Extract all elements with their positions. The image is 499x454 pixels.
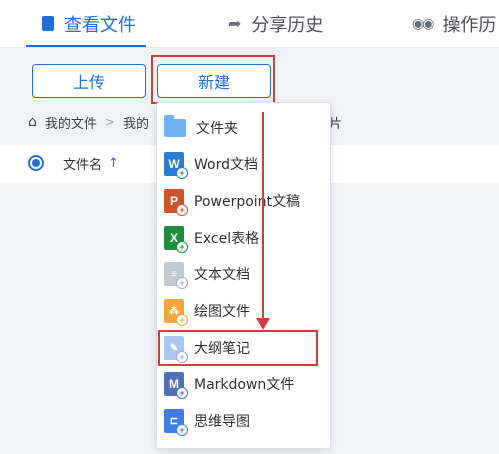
menu-item-label: 文本文档 xyxy=(194,267,250,283)
menu-item-mindmap[interactable]: ⊏ + 思维导图 xyxy=(164,407,250,436)
markdown-icon: M + xyxy=(164,372,188,399)
home-icon[interactable]: ⌂ xyxy=(28,114,37,130)
tab-label: 操作历 xyxy=(442,14,497,36)
tab-share-history[interactable]: ➦ 分享历史 xyxy=(228,0,323,47)
share-icon: ➦ xyxy=(228,14,242,33)
menu-item-folder[interactable]: 文件夹 xyxy=(164,114,238,142)
word-icon: W + xyxy=(164,152,188,179)
name-column-header[interactable]: 文件名 ↑ xyxy=(63,154,119,173)
text-file-icon: ≡ + xyxy=(164,262,188,289)
menu-item-text[interactable]: ≡ + 文本文档 xyxy=(164,260,250,289)
document-icon xyxy=(42,16,54,31)
column-label: 文件名 xyxy=(63,158,103,173)
breadcrumb-item[interactable]: 我的文件 xyxy=(45,113,97,132)
menu-item-word[interactable]: W + Word文档 xyxy=(164,150,258,179)
menu-item-label: Markdown文件 xyxy=(194,377,295,393)
menu-item-powerpoint[interactable]: P + Powerpoint文稿 xyxy=(164,187,301,216)
drawing-icon: ⁂ + xyxy=(164,299,188,326)
tab-label: 分享历史 xyxy=(251,14,324,36)
new-button-highlight xyxy=(151,55,275,104)
folder-icon xyxy=(164,115,186,137)
tab-view-files[interactable]: 查看文件 xyxy=(42,0,136,47)
breadcrumb-item[interactable]: 我的 xyxy=(123,113,149,132)
outline-note-highlight xyxy=(158,330,318,366)
menu-item-label: Word文档 xyxy=(194,157,258,173)
menu-item-excel[interactable]: X + Excel表格 xyxy=(164,224,260,253)
menu-item-label: 绘图文件 xyxy=(194,304,250,320)
select-all-radio[interactable] xyxy=(28,155,44,171)
annotation-arrow-line xyxy=(262,112,264,322)
tab-operation-history[interactable]: ◉◉ 操作历 xyxy=(412,0,496,47)
menu-item-label: 文件夹 xyxy=(196,121,238,137)
glasses-icon: ◉◉ xyxy=(412,15,434,32)
breadcrumb: ⌂ 我的文件 > 我的 xyxy=(28,112,149,132)
chevron-right-icon: > xyxy=(104,115,115,129)
menu-item-drawing[interactable]: ⁂ + 绘图文件 xyxy=(164,297,250,326)
radio-dot xyxy=(32,159,40,167)
menu-item-label: Powerpoint文稿 xyxy=(194,194,301,210)
excel-icon: X + xyxy=(164,226,188,253)
upload-button[interactable]: 上传 xyxy=(32,64,146,98)
menu-item-label: 思维导图 xyxy=(194,414,250,430)
sort-arrow-icon: ↑ xyxy=(108,156,119,171)
menu-item-markdown[interactable]: M + Markdown文件 xyxy=(164,370,295,399)
mindmap-icon: ⊏ + xyxy=(164,409,188,436)
annotation-arrow-head xyxy=(256,318,270,330)
powerpoint-icon: P + xyxy=(164,189,188,216)
active-tab-indicator xyxy=(26,45,146,47)
menu-item-label: Excel表格 xyxy=(194,231,260,247)
tab-label: 查看文件 xyxy=(64,14,136,36)
